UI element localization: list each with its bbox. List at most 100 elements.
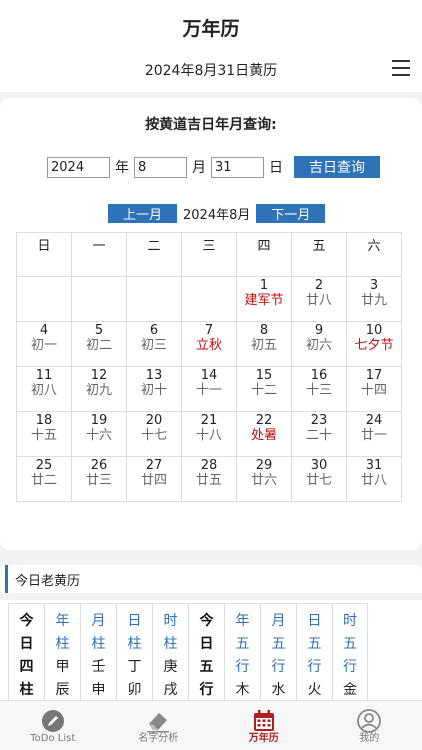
tab-label: 万年历 [248, 733, 279, 744]
calendar-day-cell[interactable]: 9 初六 [291, 321, 347, 367]
calendar-day-cell[interactable]: 26 廿三 [71, 456, 127, 502]
calendar-day-cell[interactable]: 18 十五 [16, 411, 72, 457]
lunar-date: 廿六 [250, 473, 277, 488]
calendar-day-cell[interactable]: 28 廿五 [181, 456, 237, 502]
calendar-day-cell[interactable]: 5 初二 [71, 321, 127, 367]
lunar-date: 初八 [30, 383, 57, 398]
calendar-day-cell[interactable]: 3 廿九 [346, 276, 402, 322]
day-number: 10 [365, 323, 383, 338]
weekday-header: 五 [291, 232, 347, 277]
almanac-char: 柱 [55, 636, 70, 652]
almanac-char: 年 [235, 613, 250, 629]
empty-day-cell [71, 276, 127, 322]
almanac-char: 庚 [163, 659, 178, 675]
day-number: 1 [259, 278, 269, 293]
calendar-day-cell[interactable]: 21 十八 [181, 411, 237, 457]
day-number: 9 [314, 323, 324, 338]
calendar-day-cell[interactable]: 31 廿八 [346, 456, 402, 502]
year-input[interactable] [47, 156, 110, 178]
weekday-header: 六 [346, 232, 402, 277]
almanac-char: 柱 [127, 636, 142, 652]
tab-name-analysis[interactable]: 名字分析 [106, 701, 212, 750]
calendar-day-cell[interactable]: 29 廿六 [236, 456, 292, 502]
almanac-char: 五 [307, 636, 322, 652]
empty-day-cell [16, 276, 72, 322]
next-month-button[interactable]: 下一月 [256, 204, 326, 223]
calendar-day-cell[interactable]: 12 初九 [71, 366, 127, 412]
calendar-day-cell[interactable]: 17 十四 [346, 366, 402, 412]
pencil-icon [41, 710, 64, 732]
almanac-column: 年五行木土 [224, 603, 260, 710]
day-number: 28 [200, 458, 218, 473]
calendar-day-cell[interactable]: 20 十七 [126, 411, 182, 457]
almanac-column: 日柱丁卯 [116, 603, 152, 710]
almanac-column: 日五行火木 [296, 603, 332, 710]
day-number: 16 [310, 368, 328, 383]
lunar-date: 初九 [85, 383, 112, 398]
almanac-char: 五 [235, 636, 250, 652]
prev-month-button[interactable]: 上一月 [108, 204, 177, 223]
empty-day-cell [181, 276, 237, 322]
calendar-day-cell[interactable]: 13 初十 [126, 366, 182, 412]
menu-icon[interactable] [392, 60, 410, 76]
calendar-day-cell[interactable]: 30 廿七 [291, 456, 347, 502]
tab-todo-list[interactable]: ToDo List [0, 701, 106, 750]
almanac-column: 年柱甲辰 [44, 603, 80, 710]
calendar-day-cell[interactable]: 25 廿二 [16, 456, 72, 502]
calendar-week-row: 25 廿二 26 廿三 27 廿四 28 廿五 29 廿六 30 廿七 31 廿八 [16, 456, 402, 502]
lunar-date: 廿四 [140, 473, 167, 488]
day-number: 4 [39, 323, 49, 338]
lunar-date: 初五 [250, 338, 277, 353]
almanac-panel: 今日四柱年柱甲辰月柱壬申日柱丁卯时柱庚戌今日五行年五行木土月五行水金日五行火木时… [0, 600, 422, 710]
almanac-char: 丁 [127, 659, 142, 675]
lunar-date: 十三 [305, 383, 332, 398]
day-number: 8 [259, 323, 269, 338]
tab-calendar[interactable]: 万年历 [211, 701, 317, 750]
almanac-grid: 今日四柱年柱甲辰月柱壬申日柱丁卯时柱庚戌今日五行年五行木土月五行水金日五行火木时… [8, 603, 368, 710]
lunar-date: 廿五 [195, 473, 222, 488]
lunar-date: 初一 [30, 338, 57, 353]
calendar-day-cell[interactable]: 16 十三 [291, 366, 347, 412]
calendar-day-cell[interactable]: 27 廿四 [126, 456, 182, 502]
calendar-day-cell[interactable]: 4 初一 [16, 321, 72, 367]
day-unit-label: 日 [269, 160, 283, 176]
almanac-char: 行 [307, 659, 322, 675]
calendar-day-cell[interactable]: 23 二十 [291, 411, 347, 457]
calendar-day-cell[interactable]: 19 十六 [71, 411, 127, 457]
weekday-header: 一 [71, 232, 127, 277]
almanac-char: 行 [199, 682, 214, 698]
almanac-column: 月柱壬申 [80, 603, 116, 710]
tab-profile[interactable]: 我的 [317, 701, 422, 750]
calendar-week-row: 18 十五 19 十六 20 十七 21 十八 22 处暑 23 二十 24 廿一 [16, 411, 402, 457]
almanac-char: 五 [343, 636, 357, 652]
calendar-day-cell[interactable]: 1 建军节 [236, 276, 292, 322]
calendar-day-cell[interactable]: 10 七夕节 [346, 321, 402, 367]
festival-label: 立秋 [195, 338, 222, 353]
calendar-day-cell[interactable]: 22 处暑 [236, 411, 292, 457]
almanac-char: 月 [91, 613, 106, 629]
almanac-char: 五 [199, 659, 214, 675]
calendar-card: 按黄道吉日年月查询: 年 月 日 吉日查询 上一月 2024年8月 下一月 日 … [0, 98, 422, 550]
calendar-week-row: 1 建军节 2 廿八 3 廿九 [16, 276, 402, 322]
month-input[interactable] [134, 156, 187, 178]
calendar-day-cell[interactable]: 7 立秋 [181, 321, 237, 367]
calendar-day-cell[interactable]: 8 初五 [236, 321, 292, 367]
calendar-day-cell[interactable]: 15 十二 [236, 366, 292, 412]
current-month-label: 2024年8月 [183, 208, 251, 223]
almanac-char: 申 [91, 682, 106, 698]
lunar-date: 初六 [305, 338, 332, 353]
festival-label: 建军节 [244, 293, 284, 308]
calendar-day-cell[interactable]: 14 十一 [181, 366, 237, 412]
calendar-day-cell[interactable]: 11 初八 [16, 366, 72, 412]
auspicious-day-search-button[interactable]: 吉日查询 [294, 156, 380, 178]
calendar-day-cell[interactable]: 24 廿一 [346, 411, 402, 457]
lunar-date: 二十 [305, 428, 332, 443]
query-form: 年 月 日 吉日查询 [47, 156, 380, 178]
day-number: 25 [35, 458, 53, 473]
day-input[interactable] [211, 156, 264, 178]
almanac-char: 壬 [91, 659, 106, 675]
calendar-day-cell[interactable]: 2 廿八 [291, 276, 347, 322]
day-number: 22 [255, 413, 273, 428]
calendar-day-cell[interactable]: 6 初三 [126, 321, 182, 367]
festival-label: 七夕节 [354, 338, 394, 353]
